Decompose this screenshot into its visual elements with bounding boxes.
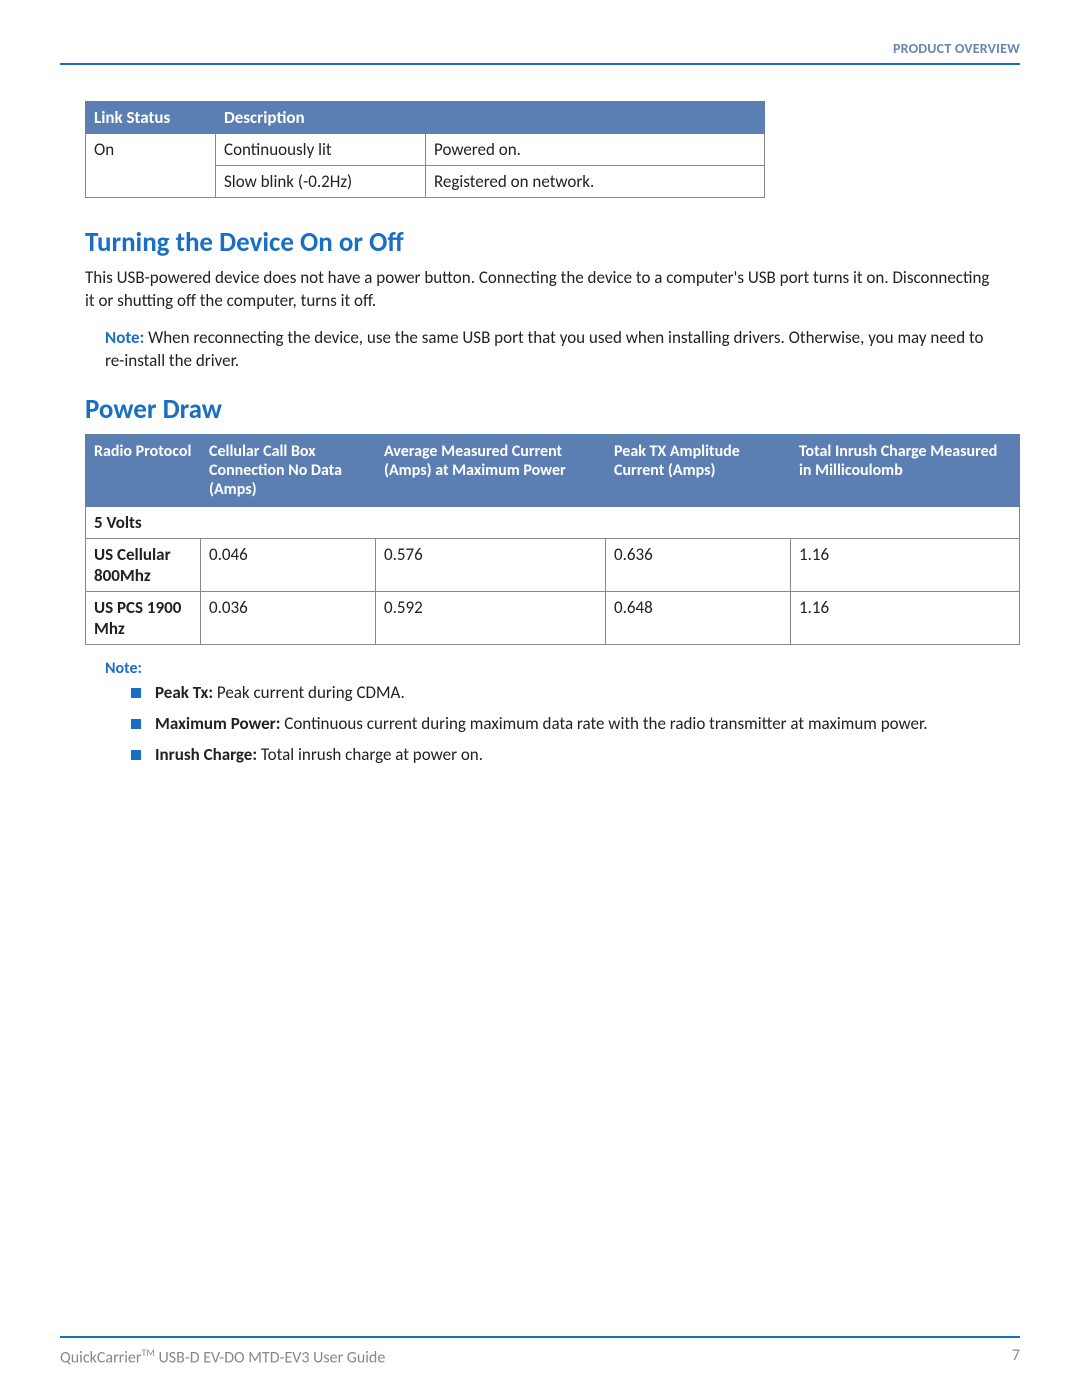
cell-voltage-section: 5 Volts (86, 506, 1020, 538)
table-section-row: 5 Volts (86, 506, 1020, 538)
col-inrush: Total Inrush Charge Measured in Millicou… (791, 434, 1020, 506)
cell-description: Slow blink (-0.2Hz) (216, 166, 426, 198)
col-avg-current: Average Measured Current (Amps) at Maxim… (376, 434, 606, 506)
cell-inrush: 1.16 (791, 591, 1020, 644)
table-header-row: Link Status Description (86, 102, 765, 134)
list-item: Maximum Power: Continuous current during… (155, 713, 995, 736)
section-body: This USB-powered device does not have a … (85, 267, 995, 313)
section-heading-turning-device: Turning the Device On or Off (85, 226, 1020, 259)
header-rule (60, 63, 1020, 65)
definitions-note-label: Note: (105, 659, 995, 678)
cell-avg: 0.576 (376, 538, 606, 591)
col-callbox: Cellular Call Box Connection No Data (Am… (201, 434, 376, 506)
cell-meaning: Registered on network. (426, 166, 765, 198)
cell-meaning: Powered on. (426, 134, 765, 166)
power-draw-table: Radio Protocol Cellular Call Box Connect… (85, 434, 1020, 645)
square-bullet-icon (131, 688, 141, 698)
definition-text: Total inrush charge at power on. (261, 744, 483, 765)
table-row: US PCS 1900 Mhz 0.036 0.592 0.648 1.16 (86, 591, 1020, 644)
section-heading-power-draw: Power Draw (85, 393, 1020, 426)
footer-rule (60, 1336, 1020, 1338)
col-meaning (426, 102, 765, 134)
trademark-symbol: TM (141, 1346, 154, 1359)
page-header-label: PRODUCT OVERVIEW (60, 40, 1020, 57)
note-paragraph: Note: When reconnecting the device, use … (105, 327, 995, 373)
cell-protocol: US Cellular 800Mhz (86, 538, 201, 591)
term: Maximum Power: (155, 713, 280, 734)
table-row: On Continuously lit Powered on. (86, 134, 765, 166)
col-peak-tx: Peak TX Amplitude Current (Amps) (606, 434, 791, 506)
square-bullet-icon (131, 750, 141, 760)
cell-callbox: 0.046 (201, 538, 376, 591)
page-number: 7 (1012, 1346, 1020, 1367)
cell-avg: 0.592 (376, 591, 606, 644)
document-page: PRODUCT OVERVIEW Link Status Description… (0, 0, 1080, 1397)
link-status-table: Link Status Description On Continuously … (85, 101, 765, 198)
note-text: When reconnecting the device, use the sa… (105, 327, 984, 371)
table-header-row: Radio Protocol Cellular Call Box Connect… (86, 434, 1020, 506)
footer-title-prefix: QuickCarrier (60, 1348, 141, 1367)
footer-title-suffix: USB-D EV-DO MTD-EV3 User Guide (155, 1348, 385, 1367)
term: Inrush Charge: (155, 744, 257, 765)
cell-peak: 0.648 (606, 591, 791, 644)
page-footer: QuickCarrierTM USB-D EV-DO MTD-EV3 User … (60, 1336, 1020, 1367)
footer-title: QuickCarrierTM USB-D EV-DO MTD-EV3 User … (60, 1346, 385, 1367)
term: Peak Tx: (155, 682, 213, 703)
col-description: Description (216, 102, 426, 134)
cell-inrush: 1.16 (791, 538, 1020, 591)
list-item: Peak Tx: Peak current during CDMA. (155, 682, 995, 705)
cell-protocol: US PCS 1900 Mhz (86, 591, 201, 644)
square-bullet-icon (131, 719, 141, 729)
definition-text: Continuous current during maximum data r… (284, 713, 927, 734)
cell-description: Continuously lit (216, 134, 426, 166)
note-label: Note: (105, 327, 144, 348)
list-item: Inrush Charge: Total inrush charge at po… (155, 744, 995, 767)
cell-link-status: On (86, 134, 216, 198)
table-row: US Cellular 800Mhz 0.046 0.576 0.636 1.1… (86, 538, 1020, 591)
definitions-list: Peak Tx: Peak current during CDMA. Maxim… (155, 682, 995, 767)
col-radio-protocol: Radio Protocol (86, 434, 201, 506)
cell-peak: 0.636 (606, 538, 791, 591)
col-link-status: Link Status (86, 102, 216, 134)
definition-text: Peak current during CDMA. (217, 682, 405, 703)
cell-callbox: 0.036 (201, 591, 376, 644)
